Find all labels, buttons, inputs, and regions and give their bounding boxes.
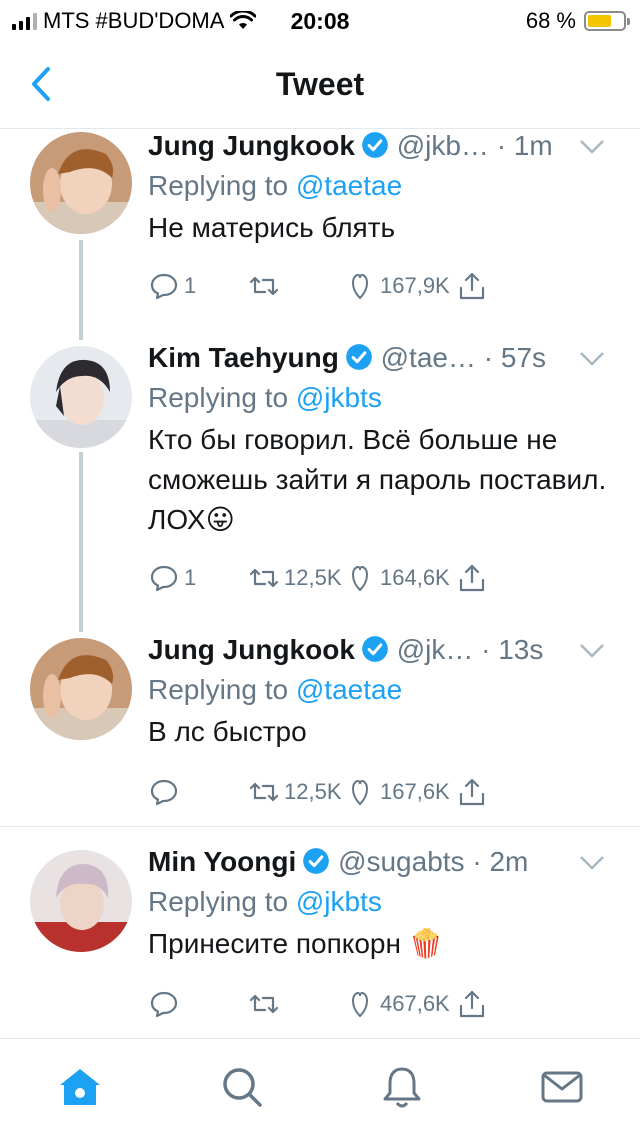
like-count: 167,6K <box>380 779 450 804</box>
retweet-count: 12,5K <box>284 565 342 590</box>
retweet-button[interactable] <box>248 988 284 1020</box>
reply-icon <box>150 565 178 592</box>
verified-badge-icon <box>362 636 388 662</box>
author-name[interactable]: Jung Jungkook <box>148 634 355 665</box>
heart-icon <box>351 273 369 300</box>
share-button[interactable] <box>456 562 488 594</box>
chevron-down-icon[interactable] <box>578 138 606 156</box>
timestamp: · 2m <box>472 846 529 877</box>
share-icon <box>459 564 485 592</box>
author-handle[interactable]: @tae… <box>381 342 476 373</box>
mention-link[interactable]: @jkbts <box>296 382 382 413</box>
status-bar: MTS #BUD'DOMA 20:08 68 % <box>0 0 640 40</box>
tweet[interactable]: Jung Jungkook @jkb… · 1m Replying to @ta… <box>0 130 640 330</box>
author-name[interactable]: Kim Taehyung <box>148 342 339 373</box>
retweet-icon <box>249 782 279 802</box>
retweet-icon <box>249 568 279 588</box>
mention-link[interactable]: @jkbts <box>296 886 382 917</box>
tweet-text: Кто бы говорил. Всё больше не сможешь за… <box>148 424 607 535</box>
share-button[interactable] <box>456 270 488 302</box>
heart-icon <box>351 991 369 1018</box>
share-button[interactable] <box>456 988 488 1020</box>
avatar[interactable] <box>30 132 132 234</box>
replying-to: Replying to @jkbts <box>148 886 382 917</box>
reply-button[interactable] <box>148 988 184 1020</box>
share-icon <box>459 778 485 806</box>
replying-to: Replying to @taetae <box>148 674 403 705</box>
timestamp: · 13s <box>481 634 544 665</box>
retweet-button[interactable]: 12,5K <box>248 562 342 594</box>
notifications-icon[interactable] <box>378 1063 426 1111</box>
search-icon[interactable] <box>218 1063 266 1111</box>
top-nav: Tweet <box>0 40 640 129</box>
tab-bar <box>0 1038 640 1137</box>
like-count: 167,9K <box>380 273 450 298</box>
like-button[interactable]: 167,6K <box>344 776 450 808</box>
share-button[interactable] <box>456 776 488 808</box>
retweet-count: 12,5K <box>284 779 342 804</box>
avatar[interactable] <box>30 346 132 448</box>
reply-count: 1 <box>184 565 197 590</box>
chevron-down-icon[interactable] <box>578 642 606 660</box>
retweet-button[interactable]: 12,5K <box>248 776 342 808</box>
author-name[interactable]: Min Yoongi <box>148 846 296 877</box>
reply-button[interactable]: 1 <box>148 562 196 594</box>
battery-percent: 68 % <box>525 8 576 33</box>
author-name[interactable]: Jung Jungkook <box>148 130 355 161</box>
verified-badge-icon <box>303 848 330 874</box>
reply-icon <box>150 273 178 300</box>
reply-icon <box>150 991 178 1018</box>
like-button[interactable]: 167,9K <box>344 270 450 302</box>
tweet-text: Принесите попкорн 🍿 <box>148 928 444 959</box>
tweet-text: Не матерись блять <box>148 212 396 243</box>
battery-icon <box>584 11 630 31</box>
avatar[interactable] <box>30 638 132 740</box>
tweet[interactable]: Jung Jungkook @jk… · 13s Replying to @ta… <box>0 634 640 824</box>
tweet[interactable]: Kim Taehyung @tae… · 57s Replying to @jk… <box>0 342 640 622</box>
author-handle[interactable]: @jkb… <box>397 130 489 161</box>
chevron-down-icon[interactable] <box>578 854 606 872</box>
retweet-button[interactable] <box>248 270 284 302</box>
retweet-icon <box>249 276 279 296</box>
verified-badge-icon <box>362 132 388 158</box>
heart-icon <box>351 565 369 592</box>
timestamp: · 1m <box>496 130 553 161</box>
mention-link[interactable]: @taetae <box>296 674 402 705</box>
tweet[interactable]: Min Yoongi @sugabts · 2m Replying to @jk… <box>0 846 640 1036</box>
like-count: 467,6K <box>380 991 450 1016</box>
avatar[interactable] <box>30 850 132 952</box>
reply-icon <box>150 779 178 806</box>
like-button[interactable]: 164,6K <box>344 562 450 594</box>
reply-count: 1 <box>184 273 197 298</box>
chevron-down-icon[interactable] <box>578 350 606 368</box>
timestamp: · 57s <box>483 342 547 373</box>
like-count: 164,6K <box>380 565 450 590</box>
replying-to: Replying to @taetae <box>148 170 403 201</box>
tweet-text: В лс быстро <box>148 716 307 747</box>
retweet-icon <box>249 994 279 1014</box>
heart-icon <box>351 779 369 806</box>
like-button[interactable]: 467,6K <box>344 988 450 1020</box>
page-title: Tweet <box>275 66 365 102</box>
home-icon[interactable] <box>56 1063 104 1111</box>
author-handle[interactable]: @sugabts <box>338 846 465 877</box>
verified-badge-icon <box>346 344 372 370</box>
divider <box>0 826 640 827</box>
share-icon <box>459 990 485 1018</box>
author-handle[interactable]: @jk… <box>397 634 474 665</box>
share-icon <box>459 272 485 300</box>
reply-button[interactable] <box>148 776 184 808</box>
mention-link[interactable]: @taetae <box>296 170 402 201</box>
messages-icon[interactable] <box>538 1063 586 1111</box>
replying-to: Replying to @jkbts <box>148 382 382 413</box>
reply-button[interactable]: 1 <box>148 270 196 302</box>
